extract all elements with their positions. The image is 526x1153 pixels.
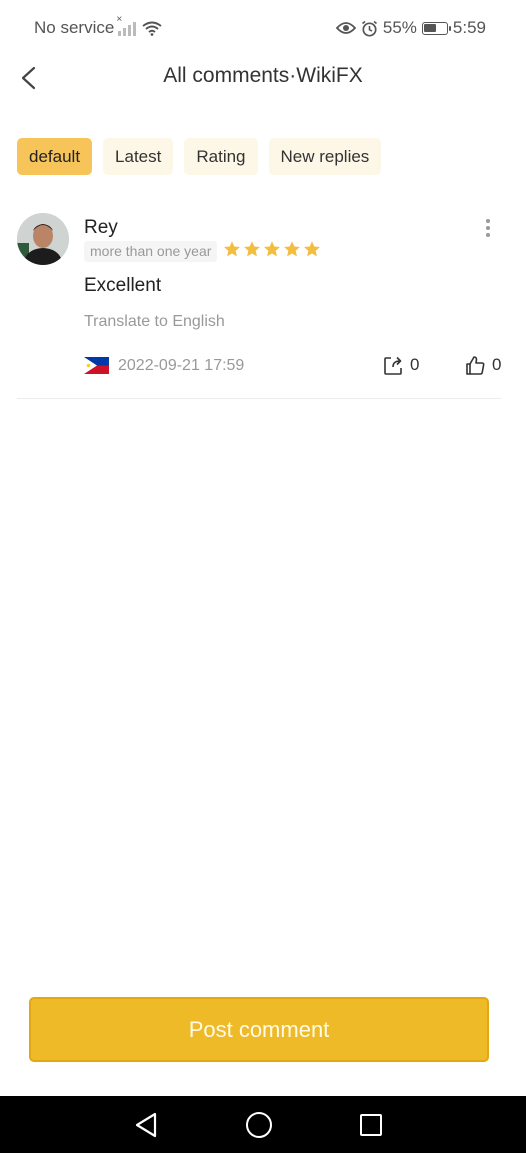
user-tenure-badge: more than one year xyxy=(84,241,218,262)
translate-link[interactable]: Translate to English xyxy=(84,313,225,331)
filter-tabs: default Latest Rating New replies xyxy=(17,138,382,175)
carrier-text: No service xyxy=(34,18,115,37)
wifi-icon xyxy=(142,21,162,36)
comment-item: Rey more than one year Excellent Transla… xyxy=(17,205,501,399)
nav-back-icon[interactable] xyxy=(133,1111,159,1139)
battery-percent: 55% xyxy=(382,18,417,37)
like-button[interactable]: 0 xyxy=(464,354,501,376)
more-options-icon[interactable] xyxy=(485,219,491,237)
star-icon xyxy=(284,241,300,257)
status-bar: No service × 55% 5:59 xyxy=(0,0,526,56)
share-count: 0 xyxy=(410,355,420,374)
page-title: All comments·WikiFX xyxy=(163,64,363,87)
share-icon xyxy=(384,356,402,375)
comment-text: Excellent xyxy=(84,275,162,296)
post-comment-button[interactable]: Post comment xyxy=(29,997,489,1062)
nav-recents-icon[interactable] xyxy=(360,1114,382,1136)
tab-default[interactable]: default xyxy=(17,138,93,175)
alarm-icon xyxy=(361,20,377,37)
like-count: 0 xyxy=(492,355,502,374)
star-icon xyxy=(224,241,240,257)
star-icon xyxy=(244,241,260,257)
user-name[interactable]: Rey xyxy=(84,217,118,239)
signal-icon: × xyxy=(116,14,137,36)
header: All comments·WikiFX xyxy=(0,56,526,100)
avatar[interactable] xyxy=(17,213,69,265)
thumbs-up-icon xyxy=(466,356,485,375)
philippines-flag-icon xyxy=(84,357,109,374)
status-left: No service × xyxy=(34,14,162,38)
tab-rating[interactable]: Rating xyxy=(184,138,258,175)
star-icon xyxy=(304,241,320,257)
tab-new-replies[interactable]: New replies xyxy=(268,138,382,175)
battery-icon xyxy=(421,21,451,35)
tab-latest[interactable]: Latest xyxy=(103,138,174,175)
rating-stars xyxy=(223,240,321,258)
eye-icon xyxy=(335,22,356,34)
clock: 5:59 xyxy=(452,18,486,37)
star-icon xyxy=(264,241,280,257)
status-right: 55% 5:59 xyxy=(335,18,486,38)
comment-date: 2022-09-21 17:59 xyxy=(118,357,245,374)
system-nav-bar xyxy=(0,1096,526,1153)
share-button[interactable]: 0 xyxy=(382,354,419,376)
nav-home-icon[interactable] xyxy=(246,1112,272,1138)
